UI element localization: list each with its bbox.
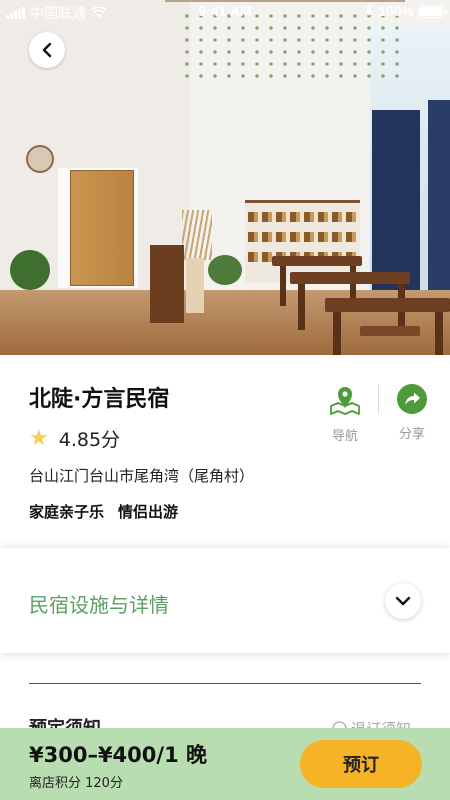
photo-plant (208, 255, 242, 285)
tag-family: 家庭亲子乐 (29, 503, 105, 521)
photo-curtain (372, 110, 420, 290)
listing-tags: 家庭亲子乐 情侣出游 (29, 501, 178, 522)
photo-stool (360, 326, 420, 336)
bottom-booking-bar: ¥300–¥400/1 晚 离店积分 120分 预订 (0, 728, 450, 800)
photo-dried-grass (182, 210, 212, 260)
share-label: 分享 (398, 427, 425, 442)
status-bar: 中国联通 9:41 AM 100% (0, 0, 450, 24)
checkout-points: 离店积分 120分 (29, 776, 123, 791)
actions-divider (378, 384, 379, 414)
details-card[interactable]: 民宿设施与详情 (0, 548, 450, 653)
navigate-button[interactable]: 导航 (326, 384, 364, 444)
photo-table-leg (280, 266, 286, 306)
listing-actions: 导航 分享 (326, 384, 431, 444)
battery-percent: 100% (378, 3, 414, 19)
photo-table-leg (435, 312, 443, 355)
price-range: ¥300–¥400/1 晚 (29, 743, 207, 767)
chevron-down-icon (395, 596, 411, 606)
photo-plant (10, 250, 50, 290)
battery-icon (418, 4, 447, 18)
listing-rating: ★ 4.85分 (29, 425, 120, 452)
photo-vase (186, 258, 204, 313)
photo-chair (150, 245, 184, 323)
section-divider (29, 683, 421, 684)
rating-score: 4.85分 (58, 429, 121, 451)
photo-table-leg (298, 284, 305, 330)
tag-couples: 情侣出游 (118, 503, 179, 521)
chevron-left-icon (42, 42, 52, 58)
photo-table (290, 272, 410, 284)
photo-wall-clock (26, 145, 54, 173)
book-button[interactable]: 预订 (300, 740, 422, 788)
expand-details-button[interactable] (385, 583, 421, 619)
photo-shelf-jars (248, 212, 356, 222)
share-button[interactable]: 分享 (393, 384, 431, 442)
bluetooth-icon (365, 3, 374, 19)
photo-table (325, 298, 450, 312)
listing-address: 台山江门台山市尾角湾（尾角村） (29, 467, 255, 485)
hero-photo (0, 0, 450, 355)
photo-curtain-right (428, 100, 450, 290)
listing-title: 北陡·方言民宿 (29, 387, 170, 412)
map-pin-icon (330, 387, 360, 415)
back-button[interactable] (29, 32, 65, 68)
status-right: 100% (365, 3, 447, 19)
navigate-label: 导航 (331, 429, 358, 444)
share-icon (397, 384, 427, 414)
details-label: 民宿设施与详情 (29, 593, 169, 617)
photo-door (70, 170, 134, 286)
photo-shelf-jars (248, 232, 356, 242)
star-icon: ★ (29, 425, 49, 451)
photo-table-leg (333, 312, 341, 355)
photo-table (272, 256, 362, 266)
